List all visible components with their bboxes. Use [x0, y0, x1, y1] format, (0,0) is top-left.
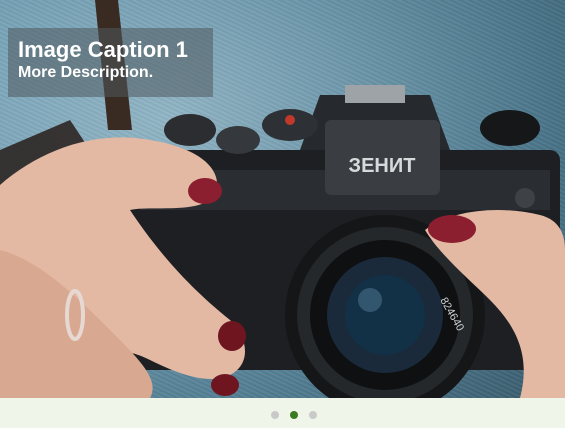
caption-title: Image Caption 1 — [18, 37, 188, 62]
pagination-dots — [271, 411, 317, 419]
caption-description: More Description. — [18, 64, 154, 81]
pagination-dot-3[interactable] — [309, 411, 317, 419]
camera-brand-text: ЗЕНИТ — [349, 155, 416, 177]
pagination-dot-2[interactable] — [290, 411, 298, 419]
pagination-bar — [0, 398, 565, 428]
image-slider: ЗЕНИТ 824640 Image Caption 1 More Descri… — [0, 0, 565, 428]
slide-caption: Image Caption 1 More Description. — [8, 28, 213, 97]
pagination-dot-1[interactable] — [271, 411, 279, 419]
slide: ЗЕНИТ 824640 Image Caption 1 More Descri… — [0, 0, 565, 398]
